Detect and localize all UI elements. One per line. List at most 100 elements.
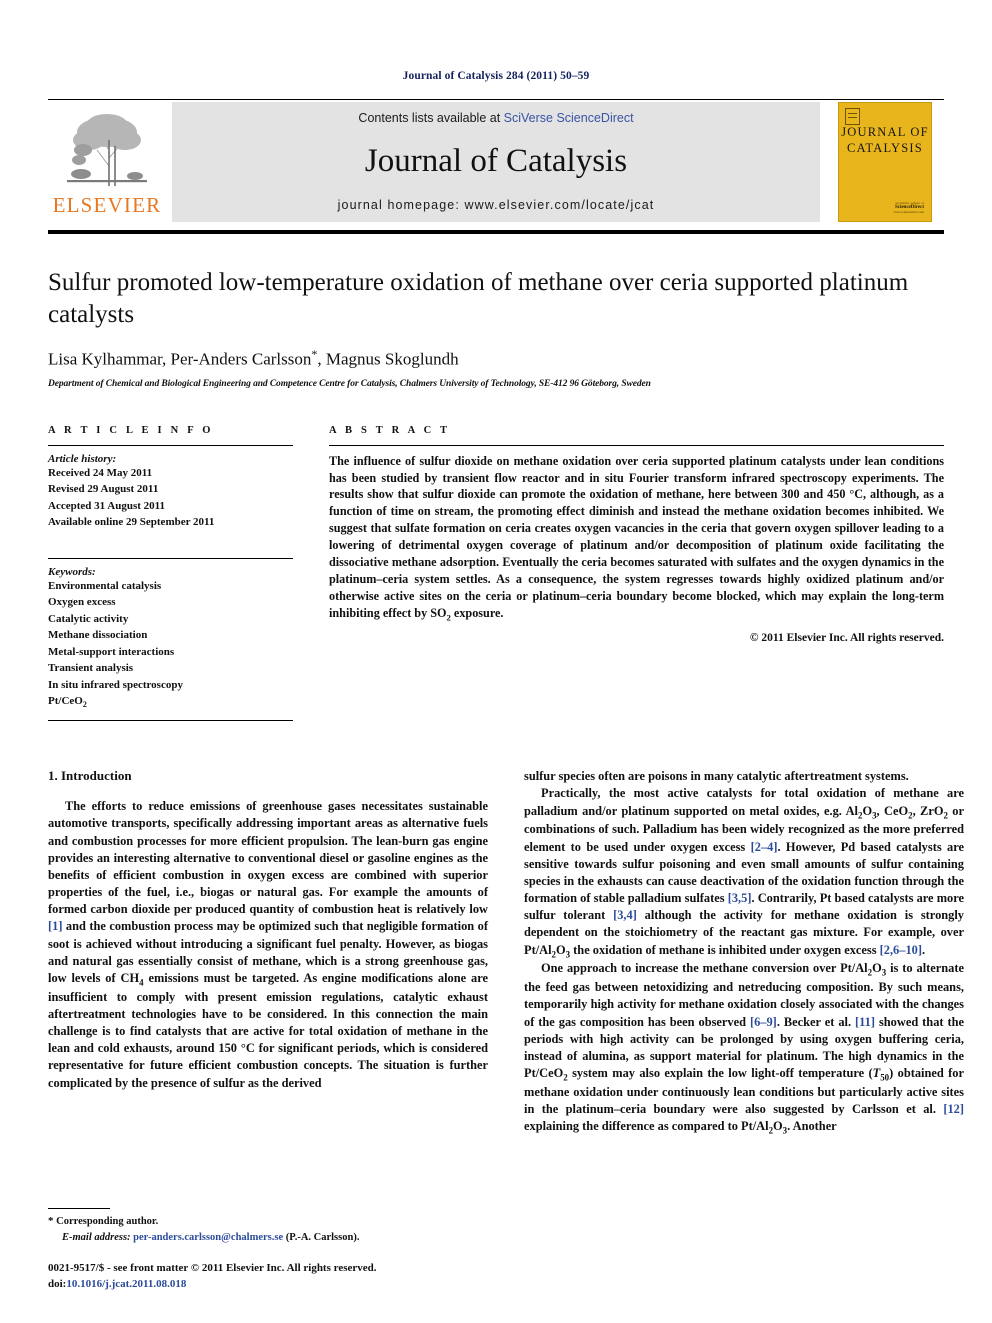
divider (329, 444, 944, 446)
keyword-item: Oxygen excess (48, 596, 116, 609)
journal-title: Journal of Catalysis (364, 143, 628, 179)
paragraph: Practically, the most active catalysts f… (524, 785, 964, 960)
keyword-item: Catalytic activity (48, 612, 129, 625)
abstract-text: The influence of sulfur dioxide on metha… (329, 453, 944, 624)
paragraph-text: , CeO (876, 803, 909, 818)
citation-ref[interactable]: [3,5] (728, 891, 752, 905)
paragraph-text: explaining the difference as compared to… (524, 1119, 769, 1134)
contents-prefix: Contents lists available at (358, 111, 504, 125)
history-item: Accepted 31 August 2011 (48, 499, 166, 512)
authors-secondary: , Magnus Skoglundh (317, 349, 459, 369)
divider (48, 444, 293, 446)
journal-banner: Contents lists available at SciVerse Sci… (172, 102, 820, 222)
history-item: Received 24 May 2011 (48, 466, 153, 479)
citation-ref[interactable]: [12] (943, 1102, 964, 1116)
article-info-column: A R T I C L E I N F O Article history: R… (48, 425, 293, 729)
info-abstract-region: A R T I C L E I N F O Article history: R… (48, 425, 944, 729)
citation-ref[interactable]: [3,4] (613, 908, 637, 922)
email-label: E-mail address: (62, 1231, 131, 1243)
issn-line: 0021-9517/$ - see front matter © 2011 El… (48, 1262, 377, 1275)
paragraph: One approach to increase the methane con… (524, 960, 964, 1137)
history-item: Revised 29 August 2011 (48, 483, 159, 496)
corresponding-author-text: Corresponding author. (53, 1215, 159, 1227)
doi-link[interactable]: 10.1016/j.jcat.2011.08.018 (66, 1278, 186, 1290)
abstract-column: A B S T R A C T The influence of sulfur … (329, 425, 944, 729)
keywords-list: Environmental catalysis Oxygen excess Ca… (48, 578, 293, 712)
running-head: Journal of Catalysis 284 (2011) 50–59 (402, 70, 590, 82)
article-info-heading: A R T I C L E I N F O (48, 424, 214, 436)
article-history-list: Received 24 May 2011 Revised 29 August 2… (48, 465, 293, 531)
journal-homepage-line[interactable]: journal homepage: www.elsevier.com/locat… (338, 198, 655, 212)
abstract-copyright: © 2011 Elsevier Inc. All rights reserved… (749, 632, 944, 645)
elsevier-logo: ELSEVIER (48, 100, 166, 228)
cover-elsevier-mark-icon (845, 108, 860, 125)
abstract-part-2: exposure. (450, 605, 504, 620)
paragraph-text: O (773, 1119, 783, 1134)
keyword-last-text: Pt/CeO (48, 695, 83, 708)
doi-label: doi: (48, 1278, 67, 1291)
history-item: Available online 29 September 2011 (48, 516, 215, 529)
citation-ref[interactable]: [1] (48, 919, 62, 933)
cover-title: JOURNAL OF CATALYSIS (839, 125, 931, 156)
keyword-item: Environmental catalysis (48, 579, 162, 592)
email-note: E-mail address: per-anders.carlsson@chal… (48, 1230, 488, 1245)
corresponding-author-note: * Corresponding author. (48, 1214, 488, 1230)
paragraph-text: . Another (787, 1119, 837, 1134)
paragraph-text: the oxidation of methane is inhibited un… (570, 942, 880, 957)
abstract-heading: A B S T R A C T (329, 424, 451, 436)
author-list: Lisa Kylhammar, Per-Anders Carlsson*, Ma… (48, 347, 944, 370)
doi-line: doi:10.1016/j.jcat.2011.08.018 (48, 1277, 488, 1293)
sciencedirect-link[interactable]: SciVerse ScienceDirect (504, 111, 634, 125)
cover-title-line-1: JOURNAL OF (841, 125, 929, 139)
contents-available-line: Contents lists available at SciVerse Sci… (358, 111, 633, 125)
footnote-block: * Corresponding author. E-mail address: … (48, 1207, 488, 1293)
body-column-right: sulfur species often are poisons in many… (524, 768, 964, 1137)
authors-primary: Lisa Kylhammar, Per-Anders Carlsson (48, 349, 312, 369)
keyword-last-subscript: 2 (82, 700, 87, 710)
keyword-item: Transient analysis (48, 662, 134, 675)
paragraph-text: O (872, 961, 882, 976)
keyword-item: Pt/CeO2 (48, 693, 293, 711)
formula-subscript: 50 (880, 1072, 890, 1083)
cover-title-line-2: CATALYSIS (847, 140, 923, 155)
paragraph-text: One approach to increase the methane con… (541, 961, 868, 976)
paragraph: sulfur species often are poisons in many… (524, 769, 909, 784)
elsevier-wordmark: ELSEVIER (52, 193, 162, 217)
keyword-item: In situ infrared spectroscopy (48, 678, 183, 691)
email-owner: (P.-A. Carlsson). (285, 1231, 360, 1243)
cover-footer: available online at ScienceDirect www.sc… (894, 201, 924, 214)
divider (48, 720, 293, 722)
affiliation: Department of Chemical and Biological En… (48, 378, 651, 389)
divider (48, 557, 293, 559)
citation-ref[interactable]: [11] (855, 1015, 875, 1029)
body-columns: 1. Introduction The efforts to reduce em… (48, 768, 964, 1137)
elsevier-tree-icon (59, 106, 155, 194)
journal-masthead: ELSEVIER Contents lists available at Sci… (48, 99, 944, 228)
cover-image: JOURNAL OF CATALYSIS available online at… (838, 102, 932, 222)
citation-ref[interactable]: [2–4] (751, 840, 778, 854)
paragraph-text: system may also explain the low light-of… (567, 1066, 873, 1081)
paragraph-text: The efforts to reduce emissions of green… (48, 799, 488, 917)
body-column-left: 1. Introduction The efforts to reduce em… (48, 768, 488, 1137)
keyword-item: Methane dissociation (48, 629, 148, 642)
paragraph-text: . (921, 942, 926, 957)
paragraph-text: , ZrO (912, 803, 944, 818)
page-title: Sulfur promoted low-temperature oxidatio… (48, 269, 909, 328)
issn-copyright-block: 0021-9517/$ - see front matter © 2011 El… (48, 1261, 488, 1293)
cover-foot-line-3: www.sciencedirect.com (893, 210, 924, 214)
paragraph-text: . Becker et al. (776, 1014, 856, 1029)
keyword-item: Metal-support interactions (48, 645, 175, 658)
email-link[interactable]: per-anders.carlsson@chalmers.se (133, 1232, 283, 1243)
paragraph-text: emissions must be targeted. As engine mo… (48, 970, 488, 1090)
title-block: Sulfur promoted low-temperature oxidatio… (48, 234, 944, 389)
citation-ref[interactable]: [6–9] (750, 1015, 777, 1029)
footnote-rule (48, 1207, 110, 1209)
section-heading-introduction: 1. Introduction (48, 768, 132, 784)
paragraph: The efforts to reduce emissions of green… (48, 798, 488, 1092)
abstract-part-1: The influence of sulfur dioxide on metha… (329, 453, 944, 620)
citation-ref[interactable]: [2,6–10] (880, 943, 922, 957)
article-history-label: Article history: (48, 452, 117, 465)
paper-page: Journal of Catalysis 284 (2011) 50–59 EL… (0, 0, 992, 1323)
journal-cover-thumbnail: JOURNAL OF CATALYSIS available online at… (826, 100, 944, 228)
